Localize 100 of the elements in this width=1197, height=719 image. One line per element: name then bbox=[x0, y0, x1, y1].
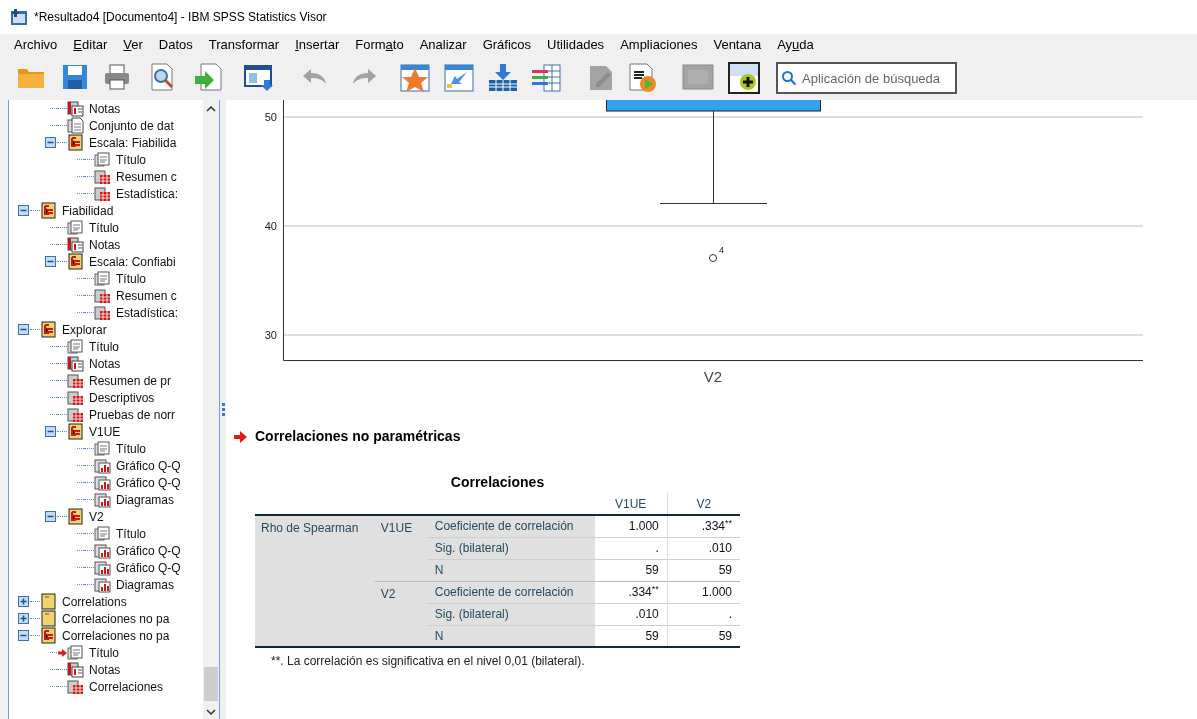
tree-item[interactable]: Correlaciones no pa bbox=[62, 626, 170, 645]
collapse-icon[interactable] bbox=[17, 324, 29, 335]
menu-item[interactable]: Insertar bbox=[287, 35, 348, 55]
tree-item[interactable]: Diagramas bbox=[116, 490, 175, 509]
table-cell: .334$^{**}$ bbox=[667, 515, 740, 537]
menu-item[interactable]: Archivo bbox=[6, 35, 66, 55]
log-icon bbox=[40, 627, 57, 644]
log-icon bbox=[67, 134, 84, 151]
collapse-icon[interactable] bbox=[44, 137, 56, 148]
tree-item[interactable]: V1UE bbox=[89, 422, 121, 441]
column-header: V2 bbox=[667, 493, 740, 515]
star-grid-icon[interactable] bbox=[399, 62, 433, 94]
menu-item[interactable]: Formato bbox=[347, 35, 412, 55]
tree-item[interactable]: Resumen de pr bbox=[89, 371, 172, 390]
log-icon bbox=[40, 321, 57, 338]
log-icon bbox=[67, 423, 84, 440]
menu-item[interactable]: Gráficos bbox=[474, 35, 540, 55]
table-icon bbox=[94, 185, 111, 202]
menu-item[interactable]: Datos bbox=[150, 35, 201, 55]
table-cell: 1.000 bbox=[594, 515, 668, 537]
tree-item[interactable]: Gráfico Q-Q bbox=[116, 473, 181, 492]
title-page-icon bbox=[67, 338, 84, 355]
table-icon bbox=[67, 389, 84, 406]
chart-icon bbox=[94, 491, 111, 508]
row-label: Coeficiente de correlación bbox=[426, 515, 595, 537]
expand-icon[interactable] bbox=[17, 613, 29, 624]
chart-icon bbox=[94, 542, 111, 559]
expand-icon[interactable] bbox=[17, 596, 29, 607]
menu-item[interactable]: Ver bbox=[115, 35, 151, 55]
book-icon bbox=[40, 593, 57, 610]
table-cell: . bbox=[667, 603, 740, 625]
row-label: N bbox=[426, 625, 595, 647]
tree-item[interactable]: Gráfico Q-Q bbox=[116, 558, 181, 577]
menu-item[interactable]: Transformar bbox=[200, 35, 288, 55]
tree-item[interactable]: Notas bbox=[89, 235, 121, 254]
search-field[interactable]: Aplicación de búsqueda bbox=[776, 62, 957, 94]
tree-item[interactable]: Descriptivos bbox=[89, 388, 155, 407]
menu-item[interactable]: Editar bbox=[65, 35, 116, 55]
table-footnote: **. La correlación es significativa en el nivel 0,01 (bilateral). bbox=[271, 653, 586, 670]
tree-item[interactable]: Gráfico Q-Q bbox=[116, 541, 181, 560]
tree-item[interactable]: Notas bbox=[89, 354, 121, 373]
axis-tick-label: 30 bbox=[264, 329, 277, 341]
axis-tick-label: 50 bbox=[264, 111, 277, 123]
collapse-icon[interactable] bbox=[44, 256, 56, 267]
tree-item[interactable]: Estadística: bbox=[116, 303, 179, 322]
tree-item[interactable]: Correlaciones no pa bbox=[62, 609, 170, 628]
tree-item[interactable]: Título bbox=[89, 337, 119, 356]
tree-item[interactable]: Título bbox=[116, 439, 146, 458]
tree-item[interactable]: Pruebas de norr bbox=[89, 405, 176, 424]
variable-list-icon[interactable] bbox=[530, 62, 564, 94]
tree-item[interactable]: Gráfico Q-Q bbox=[116, 456, 181, 475]
tree-item[interactable]: Resumen c bbox=[116, 286, 177, 305]
collapse-icon[interactable] bbox=[17, 205, 29, 216]
scrollbar[interactable] bbox=[203, 100, 219, 719]
table-title: Correlaciones bbox=[449, 473, 546, 491]
page-icon bbox=[67, 117, 84, 134]
table-cell: 59 bbox=[594, 625, 668, 647]
tree-item[interactable]: Título bbox=[116, 150, 146, 169]
menu-item[interactable]: Ampliaciones bbox=[612, 35, 706, 55]
tree-item[interactable]: Correlations bbox=[62, 592, 127, 611]
splitter-grip-icon[interactable] bbox=[221, 402, 225, 417]
collapse-icon[interactable] bbox=[44, 426, 56, 437]
tree-item[interactable]: Resumen c bbox=[116, 167, 177, 186]
section-heading: Correlaciones no paramétricas bbox=[255, 427, 461, 446]
axis-tick-label: 40 bbox=[264, 220, 277, 232]
tree-item[interactable]: Explorar bbox=[62, 320, 107, 339]
tree-item[interactable]: Correlaciones bbox=[89, 677, 164, 696]
tree-item[interactable]: Fiabilidad bbox=[62, 201, 114, 220]
tree-item[interactable]: Escala: Fiabilida bbox=[89, 133, 177, 152]
log-icon bbox=[67, 253, 84, 270]
tree-item[interactable]: Estadística: bbox=[116, 184, 179, 203]
menu-item[interactable]: Ayuda bbox=[769, 35, 822, 55]
tree-item[interactable]: Diagramas bbox=[116, 575, 175, 594]
tree-item[interactable]: Escala: Confiabi bbox=[89, 252, 176, 271]
menu-item[interactable]: Utilidades bbox=[539, 35, 613, 55]
title-page-icon bbox=[67, 644, 84, 661]
collapse-icon[interactable] bbox=[44, 511, 56, 522]
menu-item[interactable]: Ventana bbox=[705, 35, 770, 55]
table-icon bbox=[94, 287, 111, 304]
menu-item[interactable]: Analizar bbox=[411, 35, 475, 55]
scroll-up-icon[interactable] bbox=[206, 104, 216, 114]
log-icon bbox=[67, 508, 84, 525]
tree-item[interactable]: Notas bbox=[89, 660, 121, 679]
add-icon[interactable] bbox=[728, 62, 762, 94]
collapse-icon[interactable] bbox=[17, 630, 29, 641]
scroll-thumb[interactable] bbox=[204, 667, 218, 701]
tree-item[interactable]: Título bbox=[116, 524, 146, 543]
scroll-down-icon[interactable] bbox=[206, 707, 216, 717]
tree-item[interactable]: Título bbox=[89, 218, 119, 237]
table-icon bbox=[94, 168, 111, 185]
tree-item[interactable]: Título bbox=[89, 643, 119, 662]
arrow-icon bbox=[234, 430, 247, 443]
table-cell: 1.000 bbox=[667, 581, 740, 603]
row-label: Coeficiente de correlación bbox=[426, 581, 595, 603]
tree-item[interactable]: Notas bbox=[89, 100, 121, 118]
title-page-icon bbox=[94, 440, 111, 457]
tree-item[interactable]: V2 bbox=[89, 507, 104, 526]
table-cell: . bbox=[594, 537, 668, 559]
tree-item[interactable]: Conjunto de dat bbox=[89, 116, 174, 135]
tree-item[interactable]: Título bbox=[116, 269, 146, 288]
